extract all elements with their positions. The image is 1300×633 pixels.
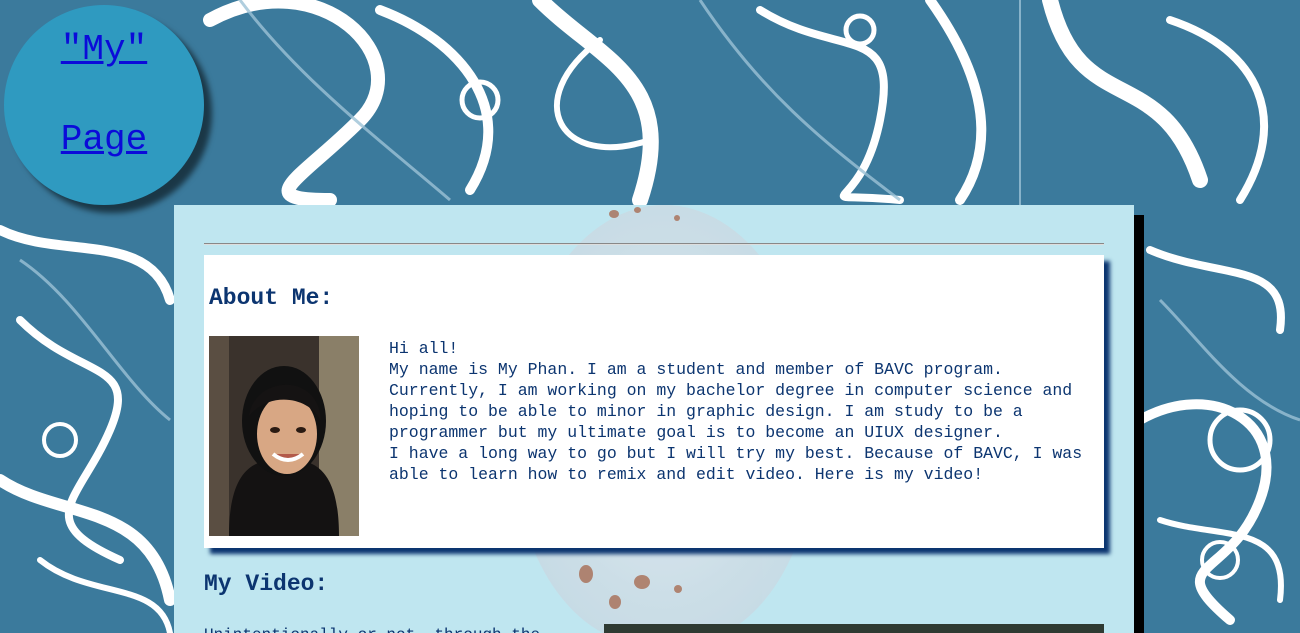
content-panel-shadow [1134, 215, 1144, 633]
video-heading: My Video: [204, 571, 329, 597]
horizontal-rule [204, 243, 1104, 245]
video-player[interactable] [604, 624, 1104, 633]
logo-link-page[interactable]: Page [4, 120, 204, 160]
about-paragraph: Hi all! My name is My Phan. I am a stude… [389, 339, 1083, 484]
about-heading: About Me: [209, 285, 334, 311]
about-card: About Me: Hi all! My name is My Phan. I … [204, 255, 1104, 548]
logo-link-my[interactable]: "My" [4, 30, 204, 70]
profile-photo [209, 336, 359, 536]
content-panel: About Me: Hi all! My name is My Phan. I … [174, 205, 1134, 633]
logo-circle: "My" Page [4, 5, 204, 205]
video-description: Unintentionally or not, through the [204, 625, 594, 633]
